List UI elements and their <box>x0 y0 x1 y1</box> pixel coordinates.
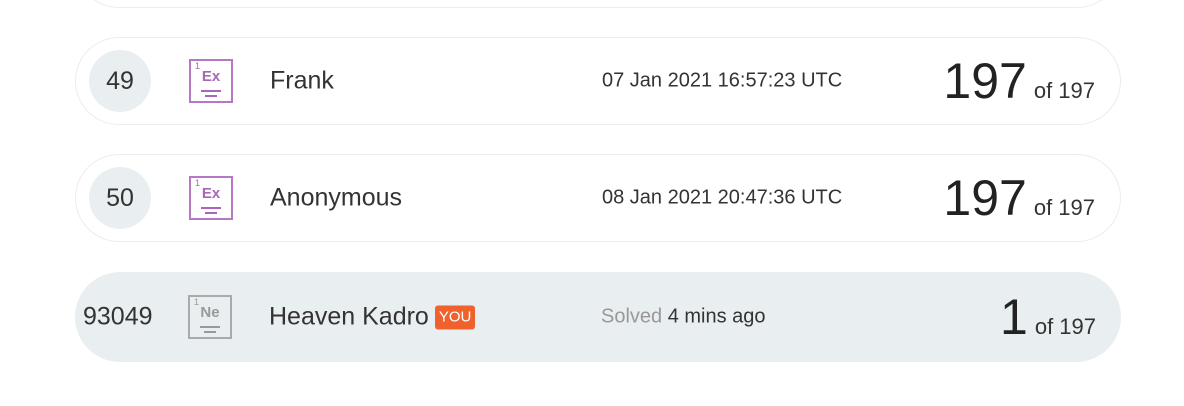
element-badge-icon: 1 Ne <box>188 295 232 339</box>
player-name: Heaven Kadro YOU <box>269 302 476 332</box>
player-name-text: Frank <box>270 66 334 95</box>
rank-number: 93049 <box>83 302 153 331</box>
element-badge-icon: 1 Ex <box>189 59 233 103</box>
leaderboard-row: 50 1 Ex Anonymous 08 Jan 2021 20:47:36 U… <box>75 154 1121 242</box>
player-name: Frank <box>270 67 334 96</box>
solved-time: 4 mins ago <box>667 305 766 328</box>
solved-status: Solved 4 mins ago <box>601 306 766 329</box>
player-name: Anonymous <box>270 184 402 213</box>
player-name-text: Heaven Kadro <box>269 302 429 331</box>
you-badge: YOU <box>434 305 476 329</box>
rank-number: 50 <box>106 183 134 212</box>
score-total: of 197 <box>1033 78 1095 103</box>
rank-badge: 50 <box>89 167 151 229</box>
badge-symbol: Ex <box>201 68 221 85</box>
score-value: 1 <box>1000 289 1028 345</box>
leaderboard-row: 49 1 Ex Frank 07 Jan 2021 16:57:23 UTC 1… <box>75 37 1121 125</box>
score: 197 of 197 <box>943 56 1095 106</box>
completion-timestamp: 08 Jan 2021 20:47:36 UTC <box>602 186 843 209</box>
current-user-row: 93049 1 Ne Heaven Kadro YOU Solved 4 min… <box>75 272 1121 362</box>
completion-timestamp: 07 Jan 2021 16:57:23 UTC <box>602 69 843 92</box>
score: 1 of 197 <box>1000 292 1096 342</box>
score: 197 of 197 <box>943 173 1095 223</box>
rank-number: 49 <box>106 66 134 95</box>
score-value: 197 <box>943 170 1027 226</box>
badge-symbol: Ne <box>200 304 220 321</box>
leaderboard-row-partial <box>75 0 1121 8</box>
player-name-text: Anonymous <box>270 183 403 212</box>
score-value: 197 <box>943 53 1027 109</box>
badge-symbol: Ex <box>201 185 221 202</box>
rank-badge: 49 <box>89 50 151 112</box>
score-total: of 197 <box>1033 195 1095 220</box>
score-total: of 197 <box>1034 314 1096 339</box>
solved-label: Solved <box>601 305 663 328</box>
element-badge-icon: 1 Ex <box>189 176 233 220</box>
